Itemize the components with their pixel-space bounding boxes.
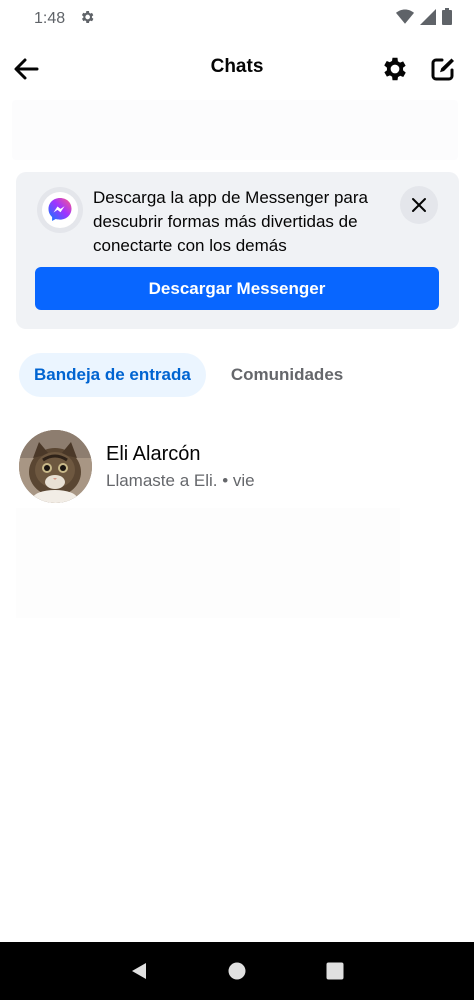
status-time: 1:48 bbox=[34, 10, 66, 27]
tab-communities[interactable]: Comunidades bbox=[216, 353, 358, 397]
avatar bbox=[19, 430, 92, 503]
settings-gear-icon bbox=[79, 9, 95, 30]
settings-button[interactable] bbox=[380, 54, 410, 84]
download-messenger-card: Descarga la app de Messenger para descub… bbox=[16, 172, 459, 329]
nav-recents-button[interactable] bbox=[321, 957, 349, 985]
chat-last-message: Llamaste a Eli. • vie bbox=[106, 471, 255, 490]
signal-icon bbox=[420, 8, 436, 30]
chat-contact-name: Eli Alarcón bbox=[106, 443, 201, 465]
settings-icon bbox=[384, 57, 406, 81]
loading-placeholder bbox=[12, 100, 458, 160]
tab-inbox[interactable]: Bandeja de entrada bbox=[19, 353, 206, 397]
chat-filter-tabs: Bandeja de entrada Comunidades bbox=[19, 353, 358, 397]
status-bar: 1:48 bbox=[0, 0, 474, 38]
cat-photo-avatar bbox=[19, 430, 92, 503]
nav-home-button[interactable] bbox=[223, 957, 251, 985]
nav-back-button[interactable] bbox=[125, 957, 153, 985]
home-circle-icon bbox=[228, 962, 246, 980]
close-icon bbox=[412, 198, 426, 212]
download-messenger-button[interactable]: Descargar Messenger bbox=[35, 267, 439, 310]
close-promo-button[interactable] bbox=[400, 186, 438, 224]
recents-square-icon bbox=[326, 962, 344, 980]
promo-message: Descarga la app de Messenger para descub… bbox=[93, 188, 368, 255]
system-navigation-bar bbox=[0, 942, 474, 1000]
messenger-chats-screen: 1:48 Chats Descarga la app de Messenger … bbox=[0, 0, 474, 1000]
compose-icon bbox=[431, 58, 454, 81]
top-app-bar: Chats bbox=[0, 40, 474, 96]
loading-placeholder-block bbox=[16, 508, 400, 618]
back-triangle-icon bbox=[132, 963, 146, 979]
chat-list-item[interactable]: Eli Alarcón Llamaste a Eli. • vie bbox=[0, 420, 474, 512]
battery-icon bbox=[442, 8, 452, 30]
messenger-logo-icon bbox=[37, 187, 83, 233]
wifi-icon bbox=[396, 9, 414, 30]
compose-button[interactable] bbox=[428, 54, 458, 84]
